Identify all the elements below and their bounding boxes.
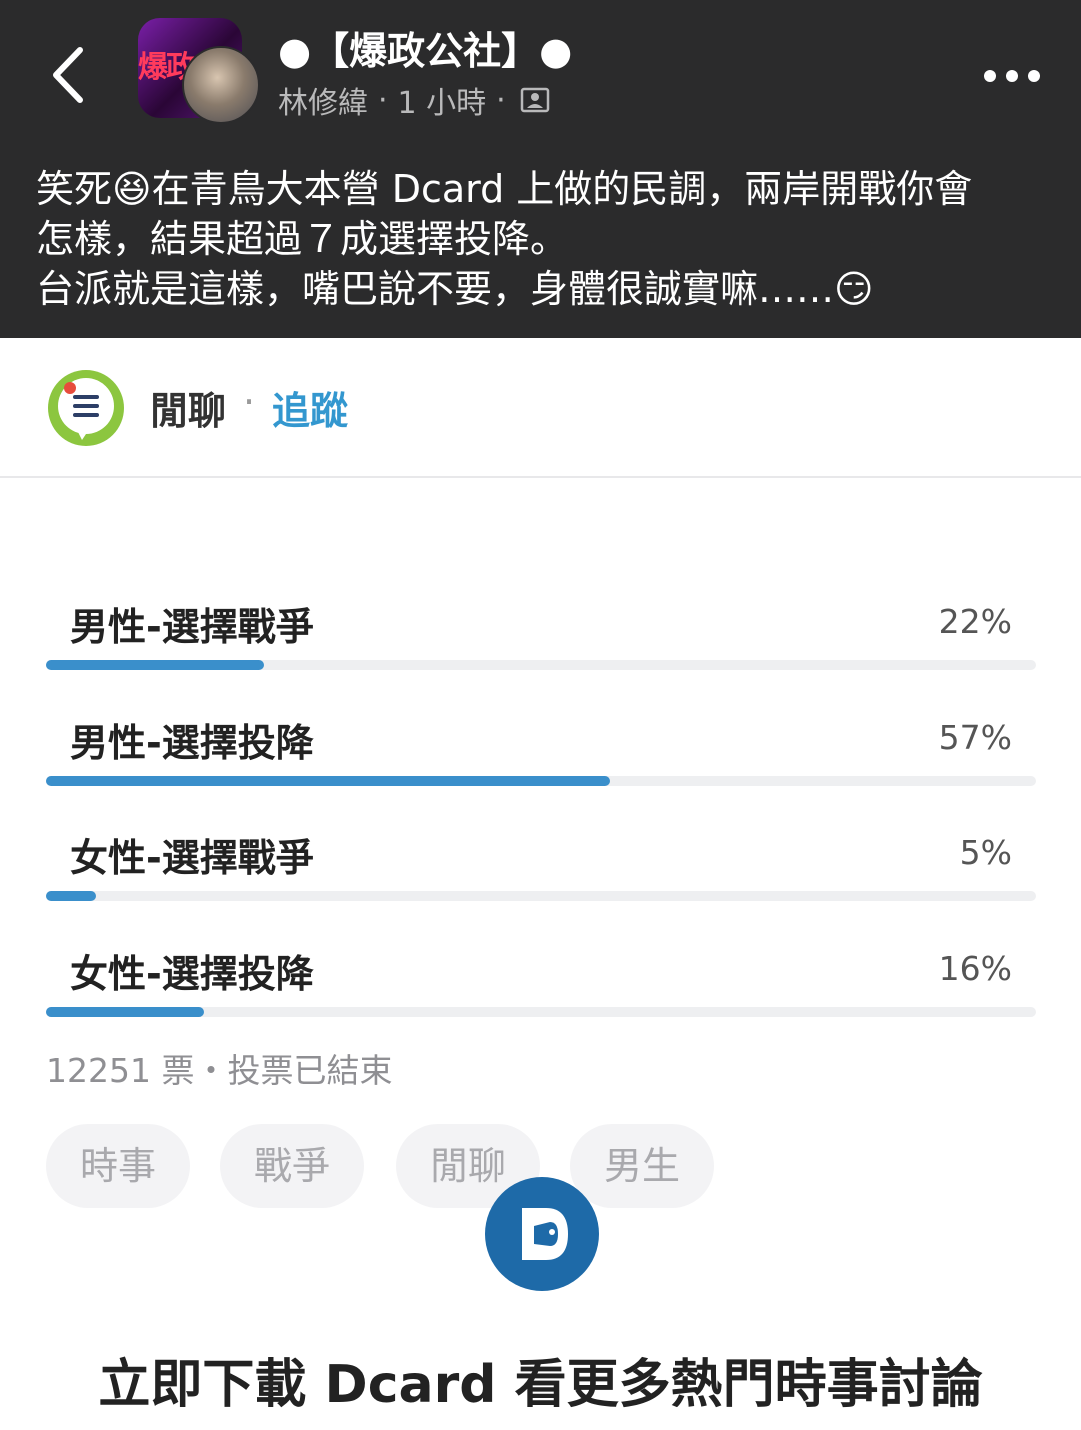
follow-button[interactable]: 追蹤 bbox=[272, 380, 348, 435]
poll-bar-track bbox=[46, 1006, 1036, 1017]
poll-option-percent: 16% bbox=[938, 948, 1012, 988]
post-time[interactable]: 1 小時 bbox=[398, 78, 487, 122]
back-chevron-icon[interactable] bbox=[40, 40, 100, 110]
author-avatar[interactable] bbox=[182, 46, 260, 124]
tag-chip[interactable]: 戰爭 bbox=[220, 1124, 365, 1208]
poll-bar-fill bbox=[46, 1006, 204, 1017]
board-separator: · bbox=[243, 380, 256, 424]
poll-bar-fill bbox=[46, 891, 96, 901]
post-meta: 林修緯 · 1 小時 · bbox=[278, 78, 550, 122]
poll-bar-track bbox=[46, 891, 1036, 901]
poll-bar-fill bbox=[46, 775, 610, 786]
poll-option-label: 女性-選擇投降 bbox=[70, 951, 314, 996]
author-name[interactable]: 林修緯 bbox=[278, 78, 368, 122]
post-text-line: 怎樣，結果超過７成選擇投降。 bbox=[36, 217, 569, 261]
poll-option[interactable]: 男性-選擇戰爭 22% bbox=[46, 596, 1036, 696]
download-cta[interactable]: 立即下載 Dcard 看更多熱門時事討論 bbox=[0, 1342, 1081, 1417]
poll-option-percent: 57% bbox=[938, 717, 1012, 757]
page-name[interactable]: ●【爆政公社】● bbox=[278, 20, 572, 75]
board-chat-icon[interactable] bbox=[46, 368, 126, 448]
poll-option[interactable]: 男性-選擇投降 57% bbox=[46, 712, 1036, 812]
poll-option[interactable]: 女性-選擇投降 16% bbox=[46, 943, 1036, 1043]
poll-option-label: 女性-選擇戰爭 bbox=[70, 836, 314, 880]
poll-summary: 12251 票・投票已結束 bbox=[46, 1051, 393, 1090]
poll-option[interactable]: 女性-選擇戰爭 5% bbox=[46, 827, 1036, 927]
poll-option-percent: 22% bbox=[938, 602, 1012, 641]
post-text-line: 笑死😆在青鳥大本營 Dcard 上做的民調，兩岸開戰你會 bbox=[36, 167, 973, 211]
poll-bar-track bbox=[46, 775, 1036, 786]
meta-separator: · bbox=[378, 82, 388, 118]
poll-bar-fill bbox=[46, 660, 264, 670]
poll-bar-track bbox=[46, 660, 1036, 670]
poll-option-percent: 5% bbox=[959, 833, 1012, 872]
post-text-line: 台派就是這樣，嘴巴說不要，身體很誠實嘛……😏 bbox=[36, 267, 874, 311]
more-dots-icon[interactable] bbox=[982, 64, 1042, 88]
post-text: 笑死😆在青鳥大本營 Dcard 上做的民調，兩岸開戰你會 怎樣，結果超過７成選擇… bbox=[36, 164, 1046, 314]
board-name[interactable]: 閒聊 bbox=[150, 380, 226, 435]
tag-chip[interactable]: 時事 bbox=[46, 1124, 191, 1208]
dcard-logo-icon[interactable] bbox=[484, 1176, 600, 1292]
meta-separator: · bbox=[496, 82, 506, 118]
photo-icon bbox=[520, 87, 549, 113]
poll-option-label: 男性-選擇投降 bbox=[70, 720, 314, 765]
board-header: 閒聊 · 追蹤 bbox=[0, 338, 1081, 478]
poll-option-label: 男性-選擇戰爭 bbox=[70, 605, 314, 649]
